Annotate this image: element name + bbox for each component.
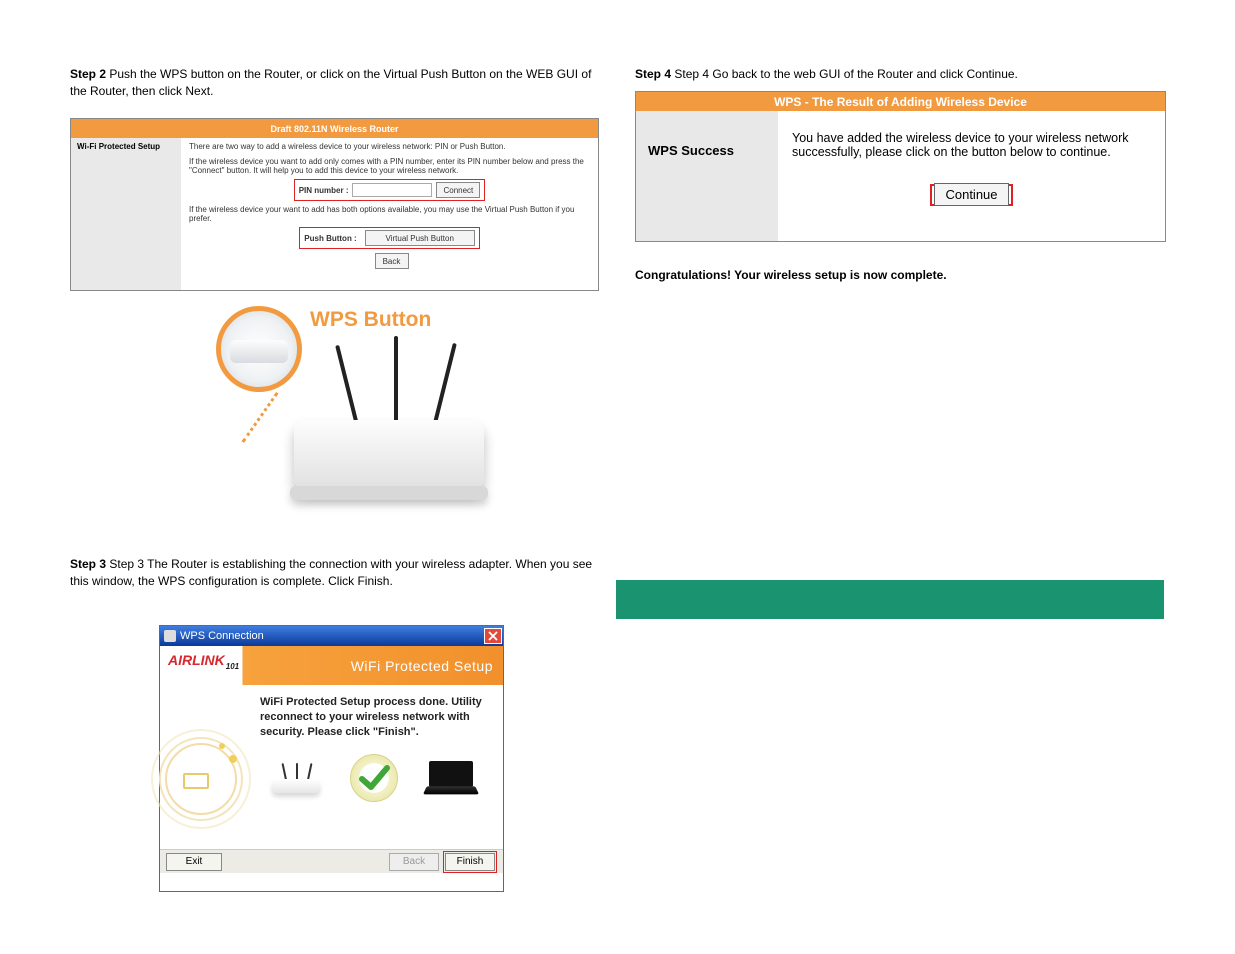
wps-button-label: WPS Button bbox=[310, 308, 431, 332]
connect-button[interactable]: Connect bbox=[436, 182, 480, 198]
panel1-header: Draft 802.11N Wireless Router bbox=[71, 119, 598, 138]
utility-banner: AIRLINK101 WiFi Protected Setup bbox=[160, 646, 503, 685]
continue-button[interactable]: Continue bbox=[934, 183, 1008, 206]
airlink-logo: AIRLINK101 bbox=[168, 652, 239, 671]
panel2-sidebar: WPS Success bbox=[636, 111, 778, 241]
utility-banner-title: WiFi Protected Setup bbox=[351, 658, 493, 674]
laptop-outline-icon bbox=[183, 773, 209, 789]
close-icon[interactable] bbox=[484, 628, 502, 644]
wps-utility-dialog: WPS Connection AIRLINK101 WiFi Protected… bbox=[159, 625, 504, 892]
router-config-panel: Draft 802.11N Wireless Router Wi-Fi Prot… bbox=[70, 118, 599, 291]
router-product-photo: WPS Button bbox=[216, 300, 484, 525]
continue-button-highlight: Continue bbox=[930, 184, 1012, 206]
router-icon bbox=[266, 755, 326, 801]
panel1-main: There are two way to add a wireless devi… bbox=[181, 138, 598, 290]
push-button-group: Push Button : Virtual Push Button bbox=[299, 227, 479, 249]
panel1-intro-text: There are two way to add a wireless devi… bbox=[189, 142, 590, 151]
wps-result-panel: WPS - The Result of Adding Wireless Devi… bbox=[635, 91, 1166, 242]
utility-side-graphic bbox=[160, 685, 242, 873]
step2-instruction: Step 2 Push the WPS button on the Router… bbox=[70, 66, 599, 101]
congrats-message: Congratulations! Your wireless setup is … bbox=[635, 268, 1166, 282]
utility-titlebar: WPS Connection bbox=[160, 626, 503, 646]
laptop-icon bbox=[423, 759, 479, 797]
panel1-pin-text: If the wireless device you want to add o… bbox=[189, 157, 590, 175]
checkmark-icon bbox=[350, 754, 398, 802]
utility-button-bar: Exit Back Finish bbox=[160, 849, 503, 873]
utility-back-button: Back bbox=[389, 853, 439, 871]
pin-number-group: PIN number : Connect bbox=[294, 179, 486, 201]
panel2-header: WPS - The Result of Adding Wireless Devi… bbox=[636, 92, 1165, 111]
utility-title: WPS Connection bbox=[180, 630, 264, 642]
finish-button[interactable]: Finish bbox=[445, 853, 495, 871]
push-button-label: Push Button : bbox=[304, 234, 356, 243]
panel1-sidebar: Wi-Fi Protected Setup bbox=[71, 138, 181, 290]
step3-instruction: Step 3 Step 3 The Router is establishing… bbox=[70, 556, 599, 591]
panel1-back-button[interactable]: Back bbox=[375, 253, 409, 269]
section-divider bbox=[616, 580, 1164, 619]
finish-button-highlight: Finish bbox=[443, 851, 497, 873]
virtual-push-button[interactable]: Virtual Push Button bbox=[365, 230, 475, 246]
utility-body-text: WiFi Protected Setup process done. Utili… bbox=[242, 685, 503, 746]
wps-button-zoom-icon bbox=[216, 306, 302, 392]
panel2-body-text: You have added the wireless device to yo… bbox=[792, 131, 1151, 159]
pin-number-input[interactable] bbox=[352, 183, 432, 197]
panel1-pushbutton-text: If the wireless device your want to add … bbox=[189, 205, 590, 223]
step4-instruction: Step 4 Step 4 Go back to the web GUI of … bbox=[635, 66, 1166, 83]
pin-number-label: PIN number : bbox=[299, 186, 349, 195]
exit-button[interactable]: Exit bbox=[166, 853, 222, 871]
app-icon bbox=[164, 630, 176, 642]
